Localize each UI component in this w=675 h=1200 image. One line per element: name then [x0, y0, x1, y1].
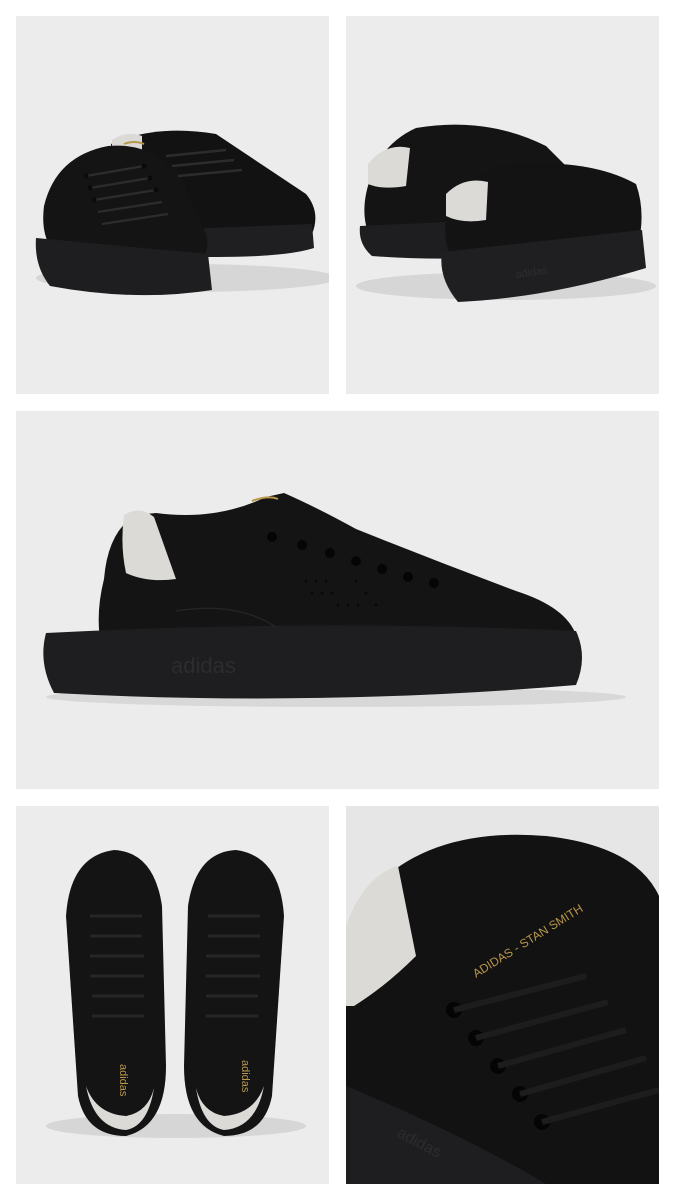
front-pair-illustration: [35, 130, 329, 296]
right-tongue-text: adidas: [239, 1060, 251, 1093]
product-image-front-pair[interactable]: [16, 16, 329, 394]
rear-pair-illustration: adidas: [356, 124, 656, 302]
heel-tab-left-shoe: [368, 146, 410, 188]
sole: [43, 625, 583, 699]
product-image-heel-closeup[interactable]: ADIDAS - STAN SMITH adidas: [346, 806, 659, 1184]
product-image-rear-pair[interactable]: adidas: [346, 16, 659, 394]
side-profile-illustration: adidas: [43, 493, 626, 707]
product-image-side-profile[interactable]: adidas: [16, 411, 659, 789]
right-shoe-top: [184, 850, 284, 1136]
heel-closeup-illustration: ADIDAS - STAN SMITH adidas: [346, 806, 659, 1184]
top-down-illustration: adidas adidas: [46, 850, 306, 1138]
left-tongue-text: adidas: [117, 1064, 129, 1097]
left-shoe-top: [66, 850, 166, 1136]
sole-emboss-logo-text: adidas: [171, 653, 236, 678]
product-image-top-down-pair[interactable]: adidas adidas: [16, 806, 329, 1184]
